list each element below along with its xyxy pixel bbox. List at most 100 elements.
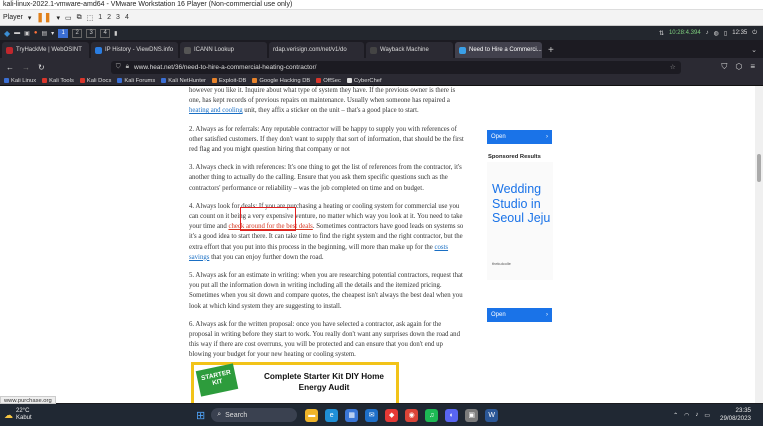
extensions-icon[interactable]: ⬡ — [735, 62, 742, 72]
vm-devices-icon[interactable]: ⧉ — [77, 14, 82, 22]
word-icon[interactable]: W — [485, 408, 499, 422]
list-tabs-icon[interactable]: ⌄ — [745, 46, 763, 58]
weather-icon: ☁ — [4, 409, 13, 420]
discord-icon[interactable]: ◐ — [445, 408, 459, 422]
pause-icon[interactable]: ❚❚ — [36, 12, 51, 23]
network-icon[interactable]: ⇅ — [659, 30, 664, 37]
bookmark-label: Kali Forums — [124, 77, 156, 84]
new-tab-icon[interactable]: + — [544, 45, 558, 58]
chrome-icon[interactable]: ◉ — [405, 408, 419, 422]
vm-number[interactable]: 2 — [107, 14, 111, 21]
dropdown-icon[interactable]: ▾ — [28, 14, 32, 22]
notification-icon[interactable]: ◍ — [714, 30, 719, 37]
tab-wayback[interactable]: Wayback Machine — [366, 42, 453, 58]
workspace-3[interactable]: 3 — [86, 28, 97, 38]
windows-taskbar: ☁ 22°C Kabut ⊞ ⌕ Search ▬ e ▦ ✉ ◆ ◉ ♫ ◐ … — [0, 404, 763, 426]
open-label: Open — [491, 312, 506, 318]
reload-icon[interactable]: ↻ — [38, 63, 45, 72]
kali-icon — [4, 78, 9, 83]
store-icon[interactable]: ▦ — [345, 408, 359, 422]
open-button[interactable]: Open › — [487, 130, 552, 144]
tab-viewdns[interactable]: IP History - ViewDNS.info — [91, 42, 178, 58]
tab-tryhackme[interactable]: TryHackMe | WebOSINT — [2, 42, 89, 58]
bookmark-label: Kali NetHunter — [168, 77, 206, 84]
taskbar-search[interactable]: ⌕ Search — [211, 408, 298, 422]
taskbar-clock[interactable]: 23:35 29/08/2023 — [720, 407, 763, 423]
heating-cooling-link[interactable]: heating and cooling — [189, 107, 243, 114]
edge-icon[interactable]: e — [325, 408, 339, 422]
vm-number[interactable]: 3 — [116, 14, 120, 21]
bookmark-exploit-db[interactable]: Exploit-DB — [211, 78, 246, 84]
tab-rdap[interactable]: rdap.verisign.com/net/v1/do — [269, 42, 364, 58]
open-label: Open — [491, 134, 506, 140]
article-body: however you like it. Inquire about what … — [189, 86, 465, 369]
vm-number[interactable]: 1 — [98, 14, 102, 21]
mail-icon[interactable]: ✉ — [365, 408, 379, 422]
favicon-icon — [95, 46, 102, 54]
url-bar[interactable]: ⛉ 🔒︎ www.heat.net/36/need-to-hire-a-comm… — [110, 60, 681, 74]
bookmark-kali-linux[interactable]: Kali Linux — [4, 78, 36, 84]
chevron-up-icon[interactable]: ⌃ — [673, 412, 678, 419]
app-icon[interactable]: ◆ — [385, 408, 399, 422]
terminal-icon[interactable]: ▤ — [41, 30, 47, 37]
file-manager-icon[interactable]: ▬ — [14, 30, 20, 36]
vm-number[interactable]: 4 — [125, 14, 129, 21]
favicon-icon — [184, 46, 191, 54]
vm-fullscreen-icon[interactable]: ⬚ — [87, 14, 94, 22]
dropdown-icon[interactable]: ▾ — [51, 30, 54, 37]
workspace-1[interactable]: 1 — [58, 28, 69, 38]
windows-start-icon[interactable]: ⊞ — [196, 409, 205, 422]
url-text[interactable]: www.heat.net/36/need-to-hire-a-commercia… — [134, 64, 316, 71]
player-menu[interactable]: Player — [3, 14, 23, 21]
page-scrollbar[interactable] — [755, 86, 763, 403]
tab-bar: TryHackMe | WebOSINT IP History - ViewDN… — [0, 40, 763, 58]
sponsored-card[interactable]: Wedding Studio in Seoul Jeju thekulcolle — [487, 162, 553, 280]
vm-settings-icon[interactable]: ▭ — [65, 14, 72, 22]
tab-heat-net[interactable]: Need to Hire a Commerci... × — [455, 42, 542, 58]
tab-icann[interactable]: ICANN Lookup — [180, 42, 267, 58]
starter-kit-ad[interactable]: STARTER KIT Complete Starter Kit DIY Hom… — [191, 362, 399, 403]
bookmark-kali-docs[interactable]: Kali Docs — [79, 78, 111, 84]
terminal-icon[interactable]: ▣ — [24, 30, 30, 37]
scrollbar-thumb[interactable] — [757, 154, 761, 182]
page-viewport: however you like it. Inquire about what … — [0, 86, 763, 403]
kali-menu-icon[interactable]: ◆ — [4, 29, 10, 38]
panel-clock[interactable]: 12:35 — [732, 30, 747, 36]
open-button[interactable]: Open › — [487, 308, 552, 322]
workspace-2[interactable]: 2 — [72, 28, 83, 38]
terminal-icon[interactable]: ▮ — [114, 30, 117, 37]
workspace-4[interactable]: 4 — [100, 28, 111, 38]
article-paragraph: 4. Always look for deals: If you are pur… — [189, 202, 465, 263]
power-icon[interactable]: ⏻ — [752, 30, 757, 37]
bookmark-kali-tools[interactable]: Kali Tools — [42, 78, 74, 84]
forward-icon[interactable]: → — [22, 63, 30, 72]
favicon-icon — [6, 46, 13, 54]
bookmark-kali-forums[interactable]: Kali Forums — [117, 78, 155, 84]
volume-icon[interactable]: ♪ — [706, 30, 709, 36]
spotify-icon[interactable]: ♫ — [425, 408, 439, 422]
battery-icon[interactable]: ▭ — [704, 412, 710, 419]
article-paragraph: 2. Always as for referrals: Any reputabl… — [189, 125, 464, 154]
bookmark-google-hacking-db[interactable]: Google Hacking DB — [252, 78, 310, 84]
bookmark-offsec[interactable]: OffSec — [316, 78, 341, 84]
kali-icon — [79, 78, 85, 83]
bookmark-label: OffSec — [323, 77, 341, 84]
dropdown-icon[interactable]: ▾ — [56, 14, 60, 22]
lock-icon[interactable]: ▯ — [724, 30, 727, 37]
firefox-icon[interactable]: ● — [34, 30, 38, 36]
back-icon[interactable]: ← — [6, 63, 14, 72]
file-explorer-icon[interactable]: ▬ — [305, 408, 319, 422]
search-icon: ⌕ — [217, 411, 222, 418]
volume-icon[interactable]: ♪ — [695, 412, 698, 419]
menu-icon[interactable]: ≡ — [750, 62, 755, 72]
lock-icon[interactable]: 🔒︎ — [126, 63, 129, 71]
shield-icon[interactable]: ⛉ — [116, 63, 121, 71]
vmware-icon[interactable]: ▣ — [465, 408, 479, 422]
bookmark-kali-nethunter[interactable]: Kali NetHunter — [161, 78, 206, 84]
sponsored-link[interactable]: Wedding Studio in Seoul Jeju — [492, 182, 553, 226]
bookmark-star-icon[interactable]: ☆ — [670, 63, 676, 71]
bookmark-cyberchef[interactable]: CyberChef — [346, 78, 382, 84]
pocket-icon[interactable]: ⛉ — [721, 62, 727, 72]
wifi-icon[interactable]: ◠ — [684, 412, 689, 419]
weather-widget[interactable]: ☁ 22°C Kabut — [0, 408, 60, 422]
